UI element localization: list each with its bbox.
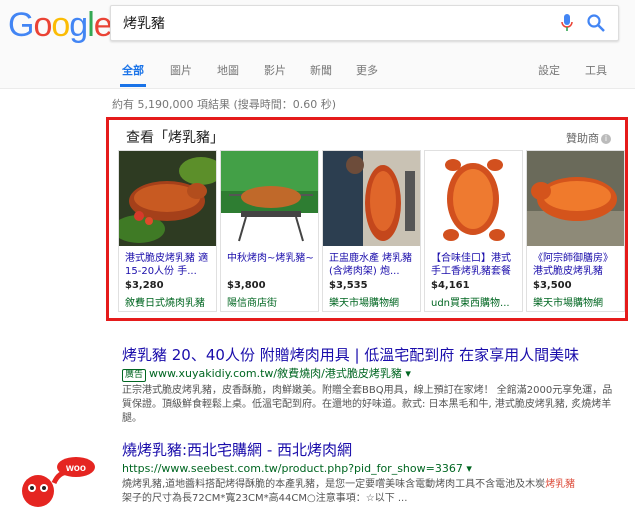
tab-maps[interactable]: 地圖 — [217, 62, 239, 78]
search-result: 燒烤乳豬:西北宅購網 - 西北烤肉網 https://www.seebest.c… — [122, 441, 622, 506]
result-title[interactable]: 烤乳豬 20、40人份 附贈烤肉用具 | 低溫宅配到府 在家享用人間美味 — [122, 346, 622, 364]
logo-letter[interactable]: o — [51, 6, 70, 44]
info-icon[interactable]: i — [601, 134, 611, 144]
result-stats: 約有 5,190,000 項結果 (搜尋時間：0.60 秒) — [112, 98, 337, 111]
product-price: $3,280 — [125, 280, 164, 291]
product-store: 敘費日式燒肉乳豬 — [125, 298, 205, 309]
logo-letter[interactable]: G — [8, 6, 34, 44]
tab-videos[interactable]: 影片 — [264, 62, 286, 78]
header-bar: Google 全部 圖片 地圖 影片 新聞 更多 設定 工具 — [0, 0, 635, 89]
search-input[interactable] — [121, 12, 545, 34]
product-store: 樂天市場購物網 — [329, 298, 399, 309]
dropdown-arrow-icon[interactable]: ▾ — [466, 462, 472, 475]
product-store: udn買東西購物... — [431, 298, 510, 309]
microphone-icon[interactable] — [560, 13, 574, 33]
product-image[interactable] — [323, 151, 420, 246]
product-title[interactable]: 正盅鹿水產 烤乳豬(含烤肉架) 炮... — [329, 252, 417, 278]
product-price: $4,161 — [431, 280, 470, 291]
product-price: $3,500 — [533, 280, 572, 291]
tab-images[interactable]: 圖片 — [170, 62, 192, 78]
logo-letter[interactable]: e — [94, 6, 113, 44]
search-result: 烤乳豬 20、40人份 附贈烤肉用具 | 低溫宅配到府 在家享用人間美味 廣告 w… — [122, 346, 622, 426]
result-url[interactable]: https://www.seebest.com.tw/product.php?p… — [122, 461, 622, 476]
dropdown-arrow-icon[interactable]: ▾ — [405, 367, 411, 380]
tab-all[interactable]: 全部 — [120, 62, 146, 87]
shopping-title: 查看「烤乳豬」 — [126, 130, 224, 146]
woo-watermark-logo: woo — [22, 457, 95, 507]
snippet-text: 架子的尺寸為長72CM*寬23CM*高44CM○注意事項：☆以下 ... — [122, 493, 408, 504]
product-price: $3,535 — [329, 280, 368, 291]
product-image[interactable] — [527, 151, 624, 246]
product-store: 陽信商店街 — [227, 298, 277, 309]
product-title[interactable]: 中秋烤肉~烤乳豬~ — [227, 252, 315, 265]
result-url-text[interactable]: https://www.seebest.com.tw/product.php?p… — [122, 462, 463, 475]
logo-letter[interactable]: o — [33, 6, 52, 44]
product-title[interactable]: 《阿宗師御膳房》港式脆皮烤乳豬 — [533, 252, 621, 278]
search-tabs: 全部 圖片 地圖 影片 新聞 更多 設定 工具 — [0, 62, 635, 88]
sponsor-text: 贊助商 — [566, 132, 599, 145]
product-title[interactable]: 港式脆皮烤乳豬 適15-20人份 手... — [125, 252, 213, 278]
product-card[interactable]: 港式脆皮烤乳豬 適15-20人份 手... $3,280 敘費日式燒肉乳豬 — [118, 150, 217, 312]
shopping-ads-box: 查看「烤乳豬」 贊助商 i 港式脆皮烤乳豬 適15-20人份 手... $3,28… — [106, 117, 628, 321]
result-snippet: 正宗港式脆皮烤乳豬，皮香酥脆，肉鮮嫩美。附贈全套BBQ用具，線上預訂在家烤！ 全… — [122, 385, 613, 424]
woo-text: woo — [65, 463, 86, 474]
snippet-highlight: 烤乳豬 — [545, 479, 576, 490]
snippet-text: 燒烤乳豬,道地醬料搭配烤得酥脆的本產乳豬，是您一定要嚐美味含電動烤肉工具不含電池… — [122, 479, 546, 490]
product-store: 樂天市場購物網 — [533, 298, 603, 309]
product-card[interactable]: 正盅鹿水產 烤乳豬(含烤肉架) 炮... $3,535 樂天市場購物網 — [322, 150, 421, 312]
product-image[interactable] — [221, 151, 318, 246]
product-image[interactable] — [425, 151, 522, 246]
result-snippet: 燒烤乳豬,道地醬料搭配烤得酥脆的本產乳豬，是您一定要嚐美味含電動烤肉工具不含電池… — [122, 478, 622, 506]
product-price: $3,800 — [227, 280, 266, 291]
product-card[interactable]: 中秋烤肉~烤乳豬~ $3,800 陽信商店街 — [220, 150, 319, 312]
ad-badge: 廣告 — [122, 369, 147, 382]
result-url-text[interactable]: www.xuyakidiy.com.tw/敘費燒肉/港式脆皮烤乳豬 — [149, 367, 402, 380]
tab-news[interactable]: 新聞 — [310, 62, 332, 78]
tab-settings[interactable]: 設定 — [538, 62, 560, 78]
search-icon[interactable] — [586, 13, 606, 33]
product-card[interactable]: 《阿宗師御膳房》港式脆皮烤乳豬 $3,500 樂天市場購物網 — [526, 150, 625, 312]
tab-more[interactable]: 更多 — [356, 62, 378, 78]
sponsored-label[interactable]: 贊助商 i — [566, 130, 611, 146]
product-image[interactable] — [119, 151, 216, 246]
tab-tools[interactable]: 工具 — [585, 62, 607, 78]
product-title[interactable]: 【合味佳口】港式手工香烤乳豬套餐 — [431, 252, 519, 278]
search-box[interactable] — [110, 5, 619, 41]
google-logo[interactable]: Google — [8, 6, 113, 45]
logo-letter[interactable]: g — [69, 6, 88, 44]
result-url[interactable]: 廣告 www.xuyakidiy.com.tw/敘費燒肉/港式脆皮烤乳豬 ▾ — [122, 366, 622, 382]
result-title[interactable]: 燒烤乳豬:西北宅購網 - 西北烤肉網 — [122, 441, 622, 459]
product-card[interactable]: 【合味佳口】港式手工香烤乳豬套餐 $4,161 udn買東西購物... — [424, 150, 523, 312]
